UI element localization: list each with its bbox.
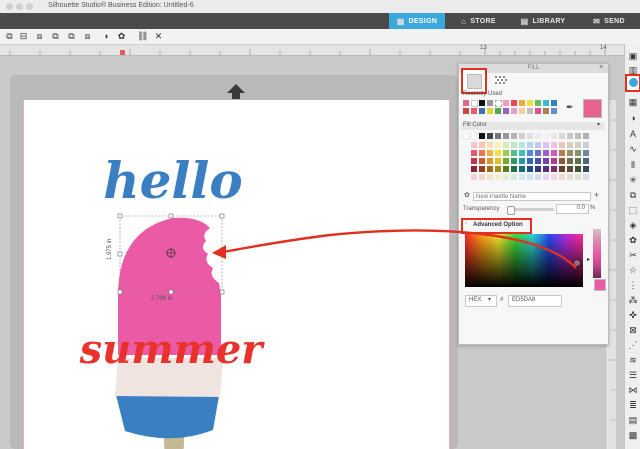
- title-bar: Silhouette Studio® Business Edition: Unt…: [0, 0, 640, 14]
- group-icon[interactable]: ⧉: [4, 31, 15, 42]
- transparency-slider[interactable]: [507, 206, 554, 215]
- fill-color-palette[interactable]: [463, 133, 601, 191]
- modify-icon[interactable]: ◈: [627, 219, 639, 231]
- link-icon[interactable]: ⛓: [137, 31, 148, 42]
- hex-value-field[interactable]: ED5DA8: [508, 295, 562, 307]
- knife-icon[interactable]: ✂: [627, 249, 639, 261]
- close-icon[interactable]: ×: [599, 64, 603, 71]
- fill-panel-button[interactable]: [625, 74, 640, 92]
- rhinestone-icon[interactable]: ⁂: [627, 294, 639, 306]
- flower-icon: ✿: [464, 192, 470, 199]
- library-icon: ▤: [520, 16, 529, 26]
- color-spectrum-picker[interactable]: [465, 234, 583, 287]
- layers-stack-icon[interactable]: ≣: [627, 399, 639, 411]
- offset-icon[interactable]: ✳: [627, 174, 639, 186]
- solid-fill-icon: [467, 74, 482, 89]
- right-panel-icon-strip: ▣ ▥ ▦ ◑ A ∿ ⫴ ✳ ⧉ ⬚ ◈ ✿ ✂ ☆ ⋮ ⁂ ✜ ⊠ ⋰ ≋ …: [624, 44, 640, 449]
- sketch-icon[interactable]: ✜: [627, 309, 639, 321]
- horizontal-ruler: 13 14: [0, 45, 624, 56]
- popsicle-blue-layer[interactable]: [116, 395, 219, 439]
- replicate-icon[interactable]: ⬚: [627, 204, 639, 216]
- curve-icon[interactable]: ∿: [627, 143, 639, 155]
- toolbar: ⧉ ⊟ ⧈ ⧉ ⧉ ⧈ ◗ ✿ ⛓ ✕: [0, 29, 640, 45]
- height-dimension: 1.975 in: [107, 239, 113, 260]
- recently-used-swatches[interactable]: [463, 100, 583, 116]
- fill-color-label: Fill Color: [463, 122, 487, 128]
- hex-prefix: #: [500, 297, 504, 303]
- color-mode-select[interactable]: HEX ▾: [465, 295, 497, 307]
- texture-icon[interactable]: ▩: [627, 429, 639, 441]
- fill-panel: FILL × Recently Used ✒ Fill Color ▾ ✿ Ne…: [458, 63, 609, 345]
- transparency-unit: %: [590, 205, 596, 211]
- fill-color-section[interactable]: Fill Color ▾: [461, 122, 605, 130]
- new-color-preview: [594, 279, 606, 291]
- summer-text[interactable]: summer: [79, 326, 266, 373]
- fill-bucket-icon[interactable]: ◗: [101, 31, 112, 42]
- fill-icon: [629, 78, 638, 87]
- tab-store[interactable]: ⌂ STORE: [451, 13, 506, 29]
- flower-icon[interactable]: ✿: [116, 31, 127, 42]
- eyedropper-icon[interactable]: ✒: [566, 101, 576, 113]
- chevron-down-icon: ▾: [597, 122, 601, 128]
- zoom-window-icon[interactable]: [26, 3, 33, 10]
- ungroup-icon[interactable]: ⊟: [18, 31, 29, 42]
- palette-name-input[interactable]: [473, 192, 591, 201]
- lines-icon[interactable]: ☰: [627, 369, 639, 381]
- emboss-icon[interactable]: ⊠: [627, 324, 639, 336]
- send-icon: ✉: [593, 16, 601, 26]
- send-backward-icon[interactable]: ⧈: [82, 31, 93, 42]
- tab-library[interactable]: ▤ LIBRARY: [513, 13, 573, 29]
- align-icon[interactable]: ⫴: [627, 159, 639, 171]
- compound-path-icon[interactable]: ⧈: [34, 31, 45, 42]
- color-picker-cursor[interactable]: [573, 259, 581, 267]
- stitch-icon[interactable]: ⋈: [627, 384, 639, 396]
- scroll-up-arrow-icon[interactable]: [225, 82, 247, 100]
- page-setup-icon[interactable]: ▣: [627, 50, 639, 62]
- window-title: Silhouette Studio® Business Edition: Unt…: [48, 2, 194, 9]
- wave-icon[interactable]: ≋: [627, 354, 639, 366]
- close-window-icon[interactable]: [6, 3, 13, 10]
- advanced-option-toggle[interactable]: ◦ Advanced Option: [461, 218, 532, 234]
- add-palette-icon[interactable]: +: [594, 190, 599, 200]
- chevron-down-icon: ◦: [465, 221, 468, 227]
- trace-icon[interactable]: ⧉: [627, 189, 639, 201]
- recently-used-label: Recently Used: [463, 91, 503, 97]
- transparency-label: Transparency: [463, 206, 500, 212]
- current-color-preview: [583, 99, 602, 118]
- fill-gradient-icon[interactable]: ▦: [627, 96, 639, 108]
- tab-design[interactable]: ▦ DESIGN: [389, 13, 445, 29]
- bring-forward-icon[interactable]: ⧉: [66, 31, 77, 42]
- transparency-value-field[interactable]: 0.0: [556, 204, 589, 214]
- hello-text[interactable]: hello: [103, 151, 243, 210]
- brightness-slider[interactable]: [593, 229, 601, 278]
- map-icon[interactable]: ▤: [627, 414, 639, 426]
- tab-bar: ▦ DESIGN ⌂ STORE ▤ LIBRARY ✉ SEND: [0, 13, 640, 29]
- popsicle-artwork[interactable]: hello summer 2.799 in 1.975 in: [23, 100, 448, 449]
- nest-icon[interactable]: ✿: [627, 234, 639, 246]
- star-icon[interactable]: ☆: [627, 264, 639, 276]
- minimize-window-icon[interactable]: [16, 3, 23, 10]
- advanced-option-label: Advanced Option: [473, 222, 523, 228]
- ruler-number: 14: [600, 45, 607, 51]
- ruler-number: 13: [480, 45, 487, 51]
- grid-dots-icon[interactable]: ⋮: [627, 279, 639, 291]
- tab-send[interactable]: ✉ SEND: [578, 13, 640, 29]
- line-style-icon[interactable]: ◑: [627, 112, 639, 124]
- release-compound-icon[interactable]: ⧉: [50, 31, 61, 42]
- grid-icon: ▦: [396, 16, 405, 26]
- transparency-slider-thumb[interactable]: [507, 206, 515, 215]
- text-style-icon[interactable]: A: [627, 128, 639, 140]
- pattern-fill-icon[interactable]: [494, 75, 508, 87]
- chevron-down-icon: ▾: [488, 297, 492, 303]
- brightness-slider-thumb-icon[interactable]: ▸: [587, 256, 590, 263]
- close-icon[interactable]: ✕: [153, 31, 164, 42]
- width-dimension: 2.799 in: [151, 296, 172, 302]
- store-icon: ⌂: [461, 16, 467, 26]
- pattern-icon[interactable]: ⋰: [627, 339, 639, 351]
